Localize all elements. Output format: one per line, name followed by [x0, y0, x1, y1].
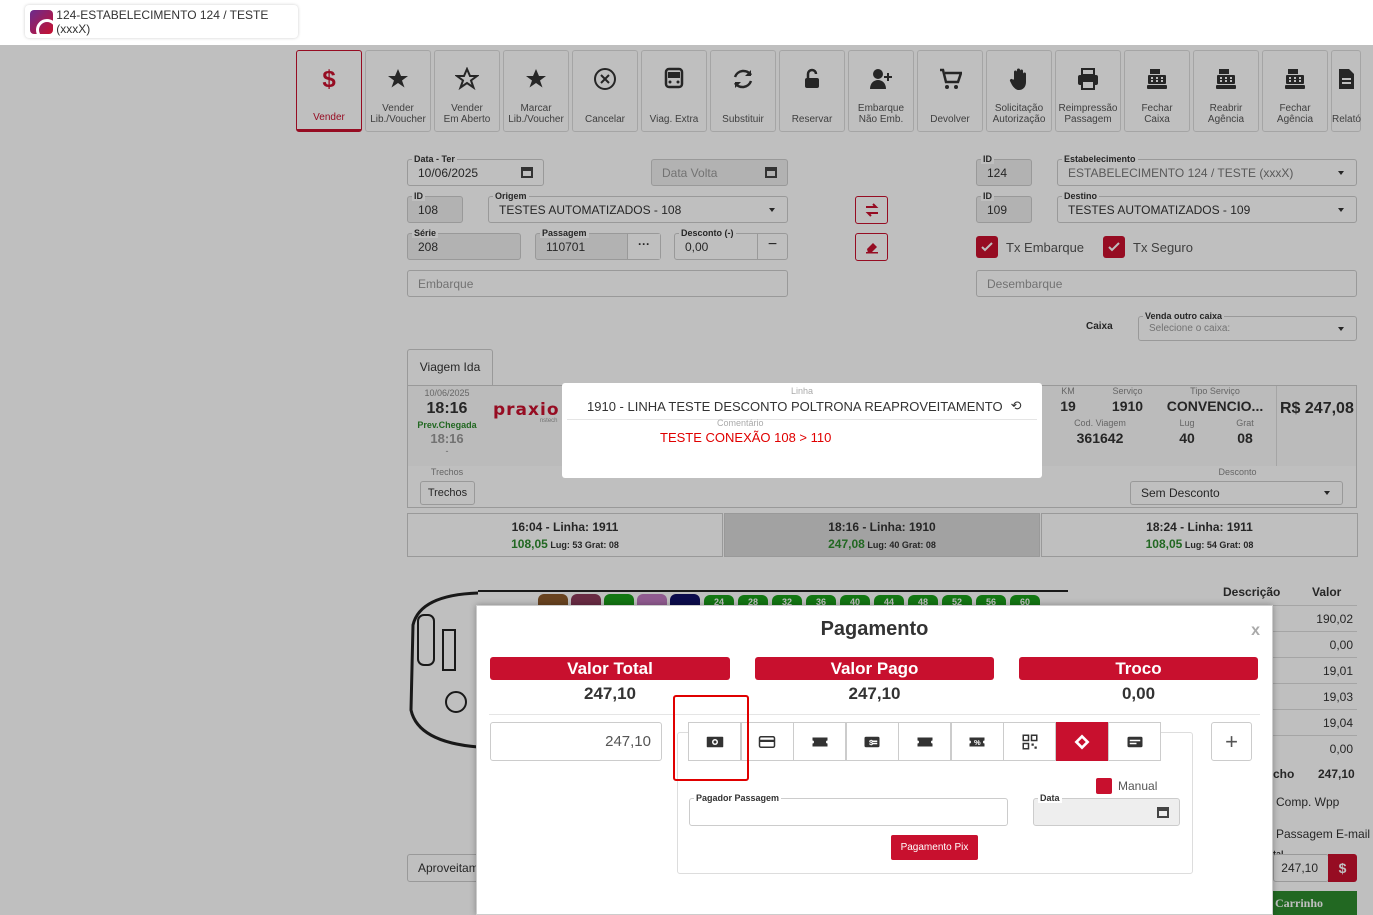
pix-icon	[1074, 734, 1090, 749]
ticket-payment-button[interactable]	[793, 722, 846, 761]
data-pagamento-label: Data	[1038, 793, 1062, 803]
valor-pago-value: 247,10	[848, 684, 901, 703]
window-title-tab[interactable]: 124-ESTABELECIMENTO 124 / TESTE (xxxX)	[25, 5, 298, 38]
svg-text:%: %	[974, 738, 981, 747]
id-card-icon	[1127, 736, 1142, 747]
voucher-icon	[917, 737, 932, 746]
percent-ticket-icon: %	[969, 737, 985, 747]
repeat-icon[interactable]: ⟲	[1011, 398, 1022, 414]
comentario-label: Comentário	[717, 418, 764, 428]
linha-label: Linha	[790, 386, 814, 396]
manual-checkbox[interactable]: Manual	[1096, 778, 1157, 794]
dollar-card-payment-button[interactable]: $	[845, 722, 899, 761]
pagamento-pix-button[interactable]: Pagamento Pix	[891, 835, 978, 860]
valor-pago-bar: Valor Pago	[755, 657, 994, 680]
calendar-icon[interactable]	[1157, 807, 1169, 818]
qr-code-icon	[1022, 734, 1037, 749]
valor-total-bar: Valor Total	[490, 657, 730, 680]
app-logo-icon	[30, 9, 54, 34]
modal-title: Pagamento	[820, 618, 929, 640]
linha-value: 1910 - LINHA TESTE DESCONTO POLTRONA REA…	[587, 398, 1003, 414]
troco-value: 0,00	[1121, 684, 1156, 703]
id-card-payment-button[interactable]	[1108, 722, 1161, 761]
linha-popup: Linha 1910 - LINHA TESTE DESCONTO POLTRO…	[562, 383, 1042, 478]
voucher-payment-button[interactable]	[898, 722, 951, 761]
window-title: 124-ESTABELECIMENTO 124 / TESTE (xxxX)	[56, 7, 269, 36]
qr-code-payment-button[interactable]	[1003, 722, 1056, 761]
dollar-card-icon: $	[864, 736, 880, 747]
pix-payment-button[interactable]	[1055, 722, 1109, 761]
percent-ticket-payment-button[interactable]: %	[950, 722, 1004, 761]
add-payment-button[interactable]: +	[1211, 722, 1252, 761]
comentario-value: TESTE CONEXÃO 108 > 110	[660, 430, 832, 445]
ticket-icon	[812, 737, 827, 746]
pagador-passagem-label: Pagador Passagem	[694, 793, 782, 803]
modal-close-button[interactable]: x	[1251, 622, 1260, 640]
cash-highlight	[673, 695, 749, 781]
credit-card-icon	[758, 735, 776, 748]
troco-bar: Troco	[1019, 657, 1258, 680]
checkbox-icon	[1096, 778, 1112, 794]
payment-amount-field[interactable]: 247,10	[490, 722, 662, 761]
